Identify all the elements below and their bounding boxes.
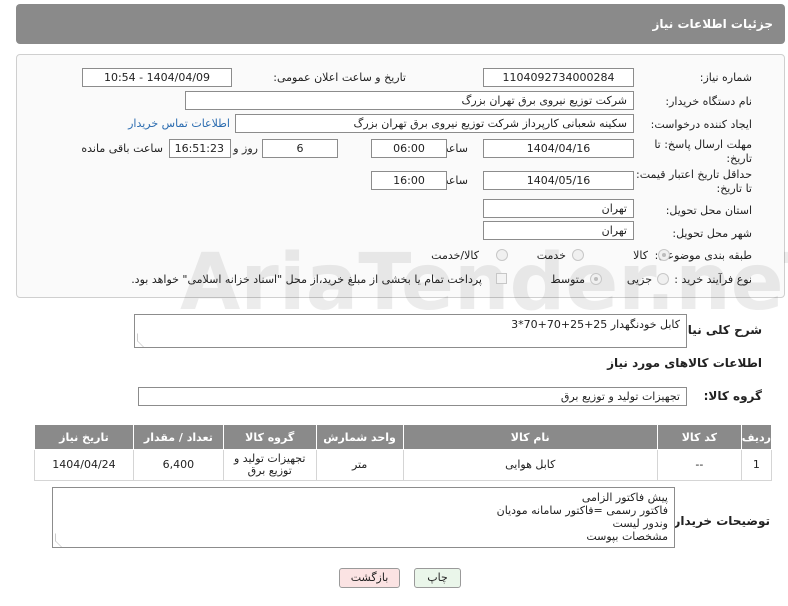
col-row: ردیف bbox=[740, 424, 773, 450]
print-button[interactable]: چاپ bbox=[414, 568, 461, 588]
goods-group-label: گروه کالا: bbox=[703, 389, 762, 403]
col-unit: واحد شمارش bbox=[315, 424, 404, 450]
cell-unit: متر bbox=[315, 449, 404, 481]
category-radio-both[interactable] bbox=[496, 249, 508, 261]
creator-label: ایجاد کننده درخواست: bbox=[650, 118, 752, 131]
back-button[interactable]: بازگشت bbox=[339, 568, 400, 588]
process-radio-minor[interactable] bbox=[657, 273, 669, 285]
header-bar: جزئیات اطلاعات نیاز bbox=[16, 4, 785, 44]
buyer-notes-line: مشخصات بپوست bbox=[586, 530, 668, 543]
goods-group-field: تجهیزات تولید و توزیع برق bbox=[138, 387, 687, 406]
col-name: نام کالا bbox=[402, 424, 658, 450]
reply-deadline-label: مهلت ارسال پاسخ: تا bbox=[654, 138, 752, 151]
process-radio-medium[interactable] bbox=[590, 273, 602, 285]
description-textarea[interactable]: کابل خودنگهدار 25+25+70+70*3 bbox=[134, 314, 687, 348]
treasury-note: پرداخت تمام یا بخشی از مبلغ خرید،از محل … bbox=[131, 273, 482, 286]
buyer-notes-textarea[interactable]: پیش فاکتور الزامی فاکتور رسمی =فاکتور سا… bbox=[52, 487, 675, 548]
process-label: نوع فرآیند خرید : bbox=[674, 273, 752, 286]
category-option-both: کالا/خدمت bbox=[431, 249, 479, 262]
col-quantity: تعداد / مقدار bbox=[132, 424, 224, 450]
category-radio-goods[interactable] bbox=[658, 249, 670, 261]
province-label: استان محل تحویل: bbox=[665, 204, 752, 217]
col-code: کد کالا bbox=[656, 424, 742, 450]
reply-time-field: 06:00 bbox=[371, 139, 447, 158]
days-label: روز و bbox=[233, 142, 258, 155]
price-deadline-label: حداقل تاریخ اعتبار قیمت: bbox=[636, 168, 752, 181]
price-date-field: 1404/05/16 bbox=[483, 171, 634, 190]
announce-label: تاریخ و ساعت اعلان عمومی: bbox=[273, 71, 406, 84]
category-option-goods: کالا bbox=[633, 249, 648, 262]
buyer-notes-line: فاکتور رسمی =فاکتور سامانه مودیان bbox=[496, 504, 668, 517]
buyer-notes-line: پیش فاکتور الزامی bbox=[581, 491, 668, 504]
resize-grip-icon[interactable] bbox=[137, 333, 145, 347]
page-title: جزئیات اطلاعات نیاز bbox=[652, 17, 773, 31]
days-field: 6 bbox=[262, 139, 338, 158]
col-group: گروه کالا bbox=[222, 424, 317, 450]
buyer-org-label: نام دستگاه خریدار: bbox=[665, 95, 752, 108]
buyer-notes-line: وندور لیست bbox=[612, 517, 668, 530]
need-number-field: 1104092734000284 bbox=[483, 68, 634, 87]
cell-group: تجهیزات تولید و توزیع برق bbox=[222, 449, 317, 481]
city-field: تهران bbox=[483, 221, 634, 240]
goods-table-header: ردیف کد کالا نام کالا واحد شمارش گروه کا… bbox=[34, 424, 773, 450]
reply-date-field: 1404/04/16 bbox=[483, 139, 634, 158]
remaining-time-field: 16:51:23 bbox=[169, 139, 231, 158]
announce-field: 1404/04/09 - 10:54 bbox=[82, 68, 232, 87]
goods-section-title: اطلاعات کالاهای مورد نیاز bbox=[607, 356, 762, 370]
col-need-date: تاریخ نیاز bbox=[34, 424, 134, 450]
treasury-checkbox[interactable] bbox=[496, 273, 507, 284]
city-label: شهر محل تحویل: bbox=[672, 227, 752, 240]
need-number-label: شماره نیاز: bbox=[699, 71, 752, 84]
buyer-org-field: شرکت توزیع نیروی برق تهران بزرگ bbox=[185, 91, 634, 110]
creator-field: سکینه شعبانی کارپرداز شرکت توزیع نیروی ب… bbox=[235, 114, 634, 133]
category-radio-service[interactable] bbox=[572, 249, 584, 261]
province-field: تهران bbox=[483, 199, 634, 218]
cell-quantity: 6,400 bbox=[132, 449, 224, 481]
cell-name: کابل هوایی bbox=[402, 449, 658, 481]
description-text: کابل خودنگهدار 25+25+70+70*3 bbox=[511, 318, 680, 331]
cell-need-date: 1404/04/24 bbox=[34, 449, 134, 481]
reply-deadline-label-2: تاریخ: bbox=[726, 152, 752, 165]
price-deadline-label-2: تا تاریخ: bbox=[716, 182, 752, 195]
goods-table: ردیف کد کالا نام کالا واحد شمارش گروه کا… bbox=[34, 424, 773, 481]
buyer-notes-label: توضیحات خریدار: bbox=[668, 514, 770, 528]
process-option-minor: جزیی bbox=[626, 273, 652, 286]
cell-code: -- bbox=[656, 449, 742, 481]
price-time-field: 16:00 bbox=[371, 171, 447, 190]
category-option-service: خدمت bbox=[536, 249, 566, 262]
table-row: 1 -- کابل هوایی متر تجهیزات تولید و توزی… bbox=[34, 449, 773, 481]
contact-buyer-link[interactable]: اطلاعات تماس خریدار bbox=[128, 117, 230, 131]
process-option-medium: متوسط bbox=[550, 273, 585, 286]
remaining-label: ساعت باقی مانده bbox=[81, 142, 163, 155]
cell-row: 1 bbox=[740, 449, 773, 481]
description-label: شرح کلی نیاز: bbox=[676, 323, 762, 337]
